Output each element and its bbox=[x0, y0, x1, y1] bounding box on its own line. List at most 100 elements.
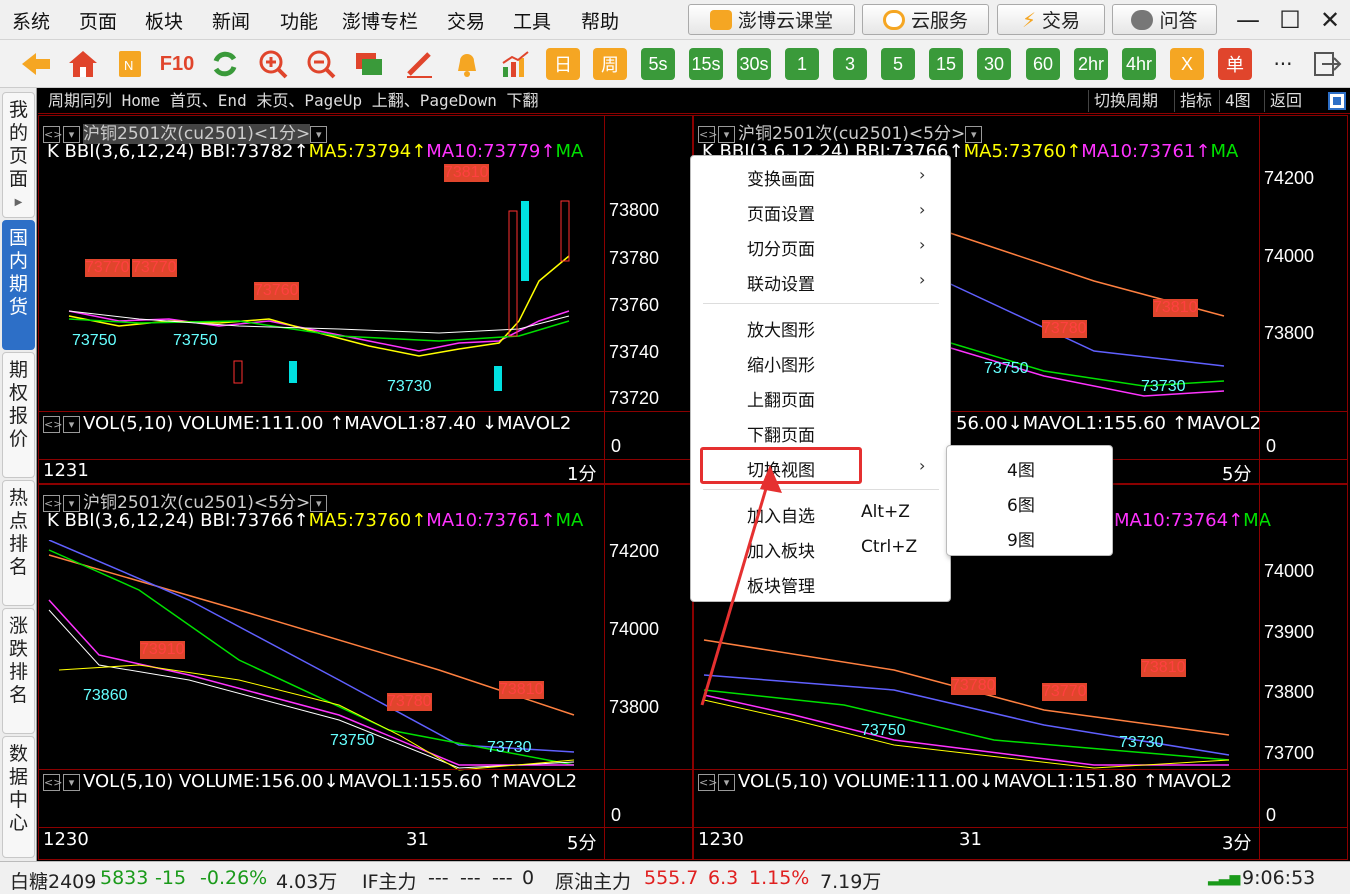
period-5m-button[interactable]: 5 bbox=[881, 48, 915, 80]
qa-button[interactable]: 问答 bbox=[1112, 4, 1217, 35]
menu-item-page-settings[interactable]: 页面设置 bbox=[747, 200, 815, 225]
menu-item-page-down[interactable]: 下翻页面 bbox=[747, 421, 815, 446]
panel2-nav-icon[interactable]: <> bbox=[698, 125, 717, 143]
menu-sector[interactable]: 板块 bbox=[145, 7, 183, 34]
refresh-icon[interactable] bbox=[208, 48, 242, 80]
submenu-9-charts[interactable]: 9图 bbox=[1007, 526, 1035, 551]
period-2hr-button[interactable]: 2hr bbox=[1074, 48, 1108, 80]
ticker-volume: 7.19万 bbox=[820, 871, 882, 893]
notepad-icon[interactable]: N bbox=[113, 48, 147, 80]
chart-up-icon[interactable] bbox=[498, 48, 532, 80]
period-60m-button[interactable]: 60 bbox=[1026, 48, 1060, 80]
window-icon[interactable] bbox=[352, 48, 386, 80]
ticker-change: --- bbox=[460, 867, 481, 889]
menu-page[interactable]: 页面 bbox=[79, 7, 117, 34]
panel4-volume-line: <> ▾ VOL(5,10) VOLUME:111.00↓MAVOL1:151.80… bbox=[698, 771, 1232, 792]
submenu-6-charts[interactable]: 6图 bbox=[1007, 491, 1035, 516]
tab-my-page[interactable]: 我的页面 ▶ bbox=[2, 92, 35, 218]
menu-tools[interactable]: 工具 bbox=[513, 7, 551, 34]
chart-panel-3[interactable]: <> ▾ 沪铜2501次(cu2501)<5分> ▾ K BBI(3,6,12,24)… bbox=[38, 484, 693, 860]
menu-item-link-settings[interactable]: 联动设置 bbox=[747, 270, 815, 295]
submenu-arrow-icon: › bbox=[919, 200, 926, 219]
period-5s-button[interactable]: 5s bbox=[641, 48, 675, 80]
panel3-vol-dropdown-icon[interactable]: ▾ bbox=[63, 773, 80, 791]
tab-data-center[interactable]: 数据中心 bbox=[2, 736, 35, 858]
exit-icon[interactable] bbox=[1310, 48, 1344, 80]
menu-pengbo-column[interactable]: 澎博专栏 bbox=[342, 7, 418, 34]
period-15s-button[interactable]: 15s bbox=[689, 48, 723, 80]
menu-item-zoom-out[interactable]: 缩小图形 bbox=[747, 351, 815, 376]
menu-system[interactable]: 系统 bbox=[12, 7, 50, 34]
tab-options-quotes[interactable]: 期权报价 bbox=[2, 352, 35, 478]
four-chart-button[interactable]: 4图 bbox=[1219, 90, 1256, 112]
menu-item-page-up[interactable]: 上翻页面 bbox=[747, 386, 815, 411]
period-4hr-button[interactable]: 4hr bbox=[1122, 48, 1156, 80]
zoom-out-icon[interactable] bbox=[304, 48, 338, 80]
panel2-dropdown-icon[interactable]: ▾ bbox=[718, 125, 735, 143]
cloud-service-button[interactable]: 云服务 bbox=[862, 4, 989, 35]
panel2-title-dropdown-icon[interactable]: ▾ bbox=[965, 125, 983, 143]
panel1-vol-nav-icon[interactable]: <> bbox=[43, 415, 62, 433]
x-button[interactable]: X bbox=[1170, 48, 1204, 80]
home-icon[interactable] bbox=[66, 48, 100, 80]
panel1-price-tick: 73720 bbox=[609, 388, 660, 408]
period-30s-button[interactable]: 30s bbox=[737, 48, 771, 80]
period-15m-button[interactable]: 15 bbox=[929, 48, 963, 80]
ticker-volume: 4.03万 bbox=[276, 871, 338, 893]
layout-toggle-icon[interactable] bbox=[1328, 92, 1346, 110]
pen-icon[interactable] bbox=[402, 48, 436, 80]
maximize-icon[interactable]: ☐ bbox=[1276, 6, 1304, 34]
switch-period-button[interactable]: 切换周期 bbox=[1088, 90, 1163, 112]
indicator-button[interactable]: 指标 bbox=[1174, 90, 1217, 112]
period-30m-button[interactable]: 30 bbox=[977, 48, 1011, 80]
menu-item-zoom-in[interactable]: 放大图形 bbox=[747, 316, 815, 341]
panel1-vol-dropdown-icon[interactable]: ▾ bbox=[63, 415, 80, 433]
bell-icon[interactable] bbox=[450, 48, 484, 80]
menu-news[interactable]: 新闻 bbox=[212, 7, 250, 34]
panel4-date: 1230 bbox=[698, 829, 744, 850]
panel1-low-label: 73730 bbox=[387, 378, 432, 395]
tab-change-ranking[interactable]: 涨跌排名 bbox=[2, 608, 35, 734]
ticker-name[interactable]: IF主力 bbox=[362, 867, 417, 894]
back-button[interactable]: 返回 bbox=[1264, 90, 1307, 112]
panel1-title-dropdown-icon[interactable]: ▾ bbox=[310, 125, 328, 143]
menu-help[interactable]: 帮助 bbox=[581, 7, 619, 34]
period-week-button[interactable]: 周 bbox=[593, 48, 627, 80]
period-3m-button[interactable]: 3 bbox=[833, 48, 867, 80]
trade-button[interactable]: ⚡ 交易 bbox=[997, 4, 1105, 35]
panel3-vol-nav-icon[interactable]: <> bbox=[43, 773, 62, 791]
ticker-name[interactable]: 白糖2409 bbox=[10, 867, 96, 894]
panel4-date2: 31 bbox=[959, 829, 982, 850]
close-icon[interactable]: ✕ bbox=[1316, 6, 1344, 34]
ticker-name[interactable]: 原油主力 bbox=[555, 867, 631, 894]
submenu-4-charts[interactable]: 4图 bbox=[1007, 456, 1035, 481]
panel1-nav-icon[interactable]: <> bbox=[43, 125, 62, 143]
panel2-high-label: 73810 bbox=[1153, 299, 1198, 317]
menu-function[interactable]: 功能 bbox=[280, 7, 318, 34]
back-arrow-icon[interactable] bbox=[19, 48, 53, 80]
panel3-title-dropdown-icon[interactable]: ▾ bbox=[310, 494, 328, 512]
panel4-vol-dropdown-icon[interactable]: ▾ bbox=[718, 773, 735, 791]
order-button[interactable]: 单 bbox=[1218, 48, 1252, 80]
chat-bubble-icon bbox=[1131, 9, 1154, 30]
panel1-price-tick: 73780 bbox=[609, 248, 660, 268]
tab-domestic-futures[interactable]: 国内期货 bbox=[2, 220, 35, 350]
menu-item-split-page[interactable]: 切分页面 bbox=[747, 235, 815, 260]
panel1-dropdown-icon[interactable]: ▾ bbox=[63, 125, 80, 143]
panel4-vol-nav-icon[interactable]: <> bbox=[698, 773, 717, 791]
more-icon[interactable]: ··· bbox=[1266, 48, 1300, 80]
chart-panel-1[interactable]: <> ▾ 沪铜2501次(cu2501)<1分> ▾ K BBI(3,6,12,24)… bbox=[38, 115, 693, 485]
period-1m-button[interactable]: 1 bbox=[785, 48, 819, 80]
panel3-nav-icon[interactable]: <> bbox=[43, 494, 62, 512]
zoom-in-icon[interactable] bbox=[256, 48, 290, 80]
panel3-dropdown-icon[interactable]: ▾ bbox=[63, 494, 80, 512]
menu-trade[interactable]: 交易 bbox=[447, 7, 485, 34]
minimize-icon[interactable]: — bbox=[1234, 6, 1262, 34]
ticker-price: 555.7 bbox=[644, 867, 699, 889]
cloud-class-button[interactable]: 澎博云课堂 bbox=[688, 4, 855, 35]
menu-item-change-screen[interactable]: 变换画面 bbox=[747, 165, 815, 190]
period-day-button[interactable]: 日 bbox=[546, 48, 580, 80]
tab-hot-ranking[interactable]: 热点排名 bbox=[2, 480, 35, 606]
signal-icon: ▂▃▅ bbox=[1208, 870, 1241, 886]
f10-icon[interactable]: F10 bbox=[160, 48, 194, 80]
